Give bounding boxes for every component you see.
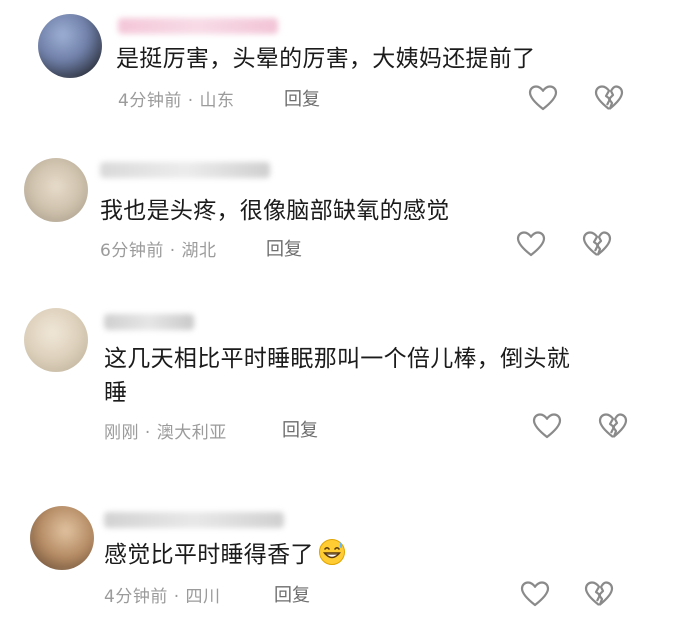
comment-text-line-1: 这几天相比平时睡眠那叫一个倍儿棒，倒头就: [104, 346, 570, 372]
username-blurred[interactable]: [100, 162, 270, 178]
comment-text-line-2: 睡: [104, 380, 128, 406]
comment-item: 这几天相比平时睡眠那叫一个倍儿棒，倒头就 睡 刚刚 · 澳大利亚 回复: [0, 300, 678, 470]
comment-meta: 6分钟前 · 湖北: [100, 241, 217, 261]
comment-text: 是挺厉害，头晕的厉害，大姨妈还提前了: [116, 46, 536, 72]
reply-button[interactable]: 回复: [274, 581, 310, 607]
comment-meta: 4分钟前 · 山东: [118, 91, 235, 111]
avatar[interactable]: [30, 506, 94, 570]
comment-meta: 4分钟前 · 四川: [104, 587, 221, 607]
broken-heart-icon[interactable]: [598, 412, 628, 440]
avatar[interactable]: [38, 14, 102, 78]
comment-item: 是挺厉害，头晕的厉害，大姨妈还提前了 4分钟前 · 山东 回复: [0, 0, 678, 130]
heart-outline-icon[interactable]: [528, 84, 558, 112]
username-blurred[interactable]: [104, 314, 194, 330]
comment-text: 感觉比平时睡得香了: [104, 538, 346, 576]
heart-outline-icon[interactable]: [520, 580, 550, 608]
reply-button[interactable]: 回复: [266, 235, 302, 261]
heart-outline-icon[interactable]: [532, 412, 562, 440]
grinning-sweat-emoji: [318, 538, 346, 576]
broken-heart-icon[interactable]: [582, 230, 612, 258]
comment-text-content: 感觉比平时睡得香了: [104, 542, 314, 568]
reply-button[interactable]: 回复: [282, 416, 318, 442]
reply-button[interactable]: 回复: [284, 85, 320, 111]
broken-heart-icon[interactable]: [584, 580, 614, 608]
comment-text: 我也是头疼，很像脑部缺氧的感觉: [100, 198, 450, 224]
comment-meta: 刚刚 · 澳大利亚: [104, 423, 227, 443]
avatar[interactable]: [24, 158, 88, 222]
comment-item: 我也是头疼，很像脑部缺氧的感觉 6分钟前 · 湖北 回复: [0, 150, 678, 280]
username-blurred[interactable]: [118, 18, 278, 34]
broken-heart-icon[interactable]: [594, 84, 624, 112]
avatar[interactable]: [24, 308, 88, 372]
heart-outline-icon[interactable]: [516, 230, 546, 258]
comment-item: 感觉比平时睡得香了 4分钟前 · 四川 回复: [0, 494, 678, 624]
username-blurred[interactable]: [104, 512, 284, 528]
